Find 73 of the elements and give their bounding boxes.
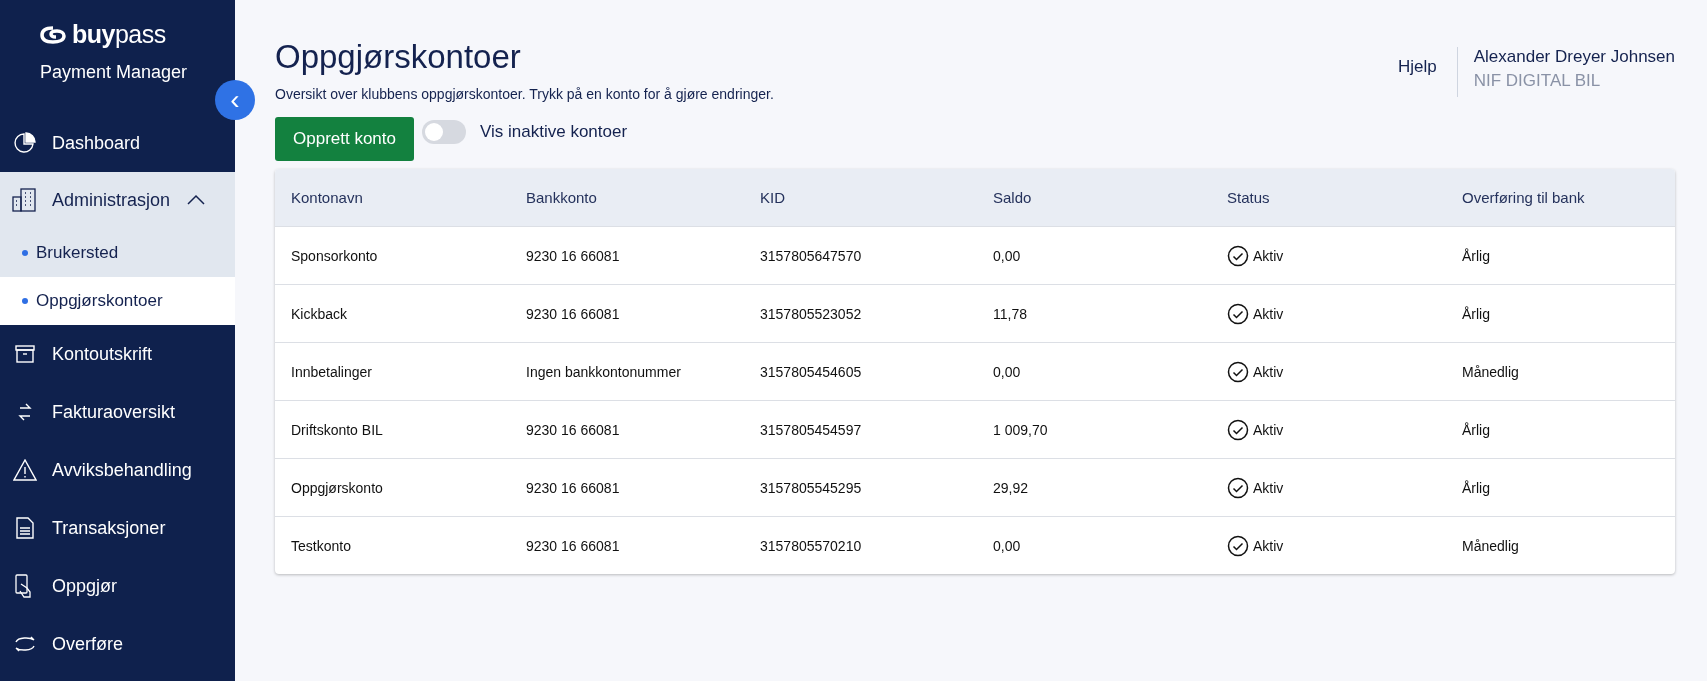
table-cell-text: 3157805545295 [759, 479, 863, 496]
warning-icon [13, 459, 37, 481]
table-cell-text: 9230 16 66081 [525, 537, 621, 554]
table-cell-text: 3157805523052 [759, 305, 863, 322]
nav-item[interactable]: Avviksbehandling [0, 441, 235, 499]
table-cell-text: 11,78 [992, 305, 1028, 322]
table-cell-text: 9230 16 66081 [525, 479, 621, 496]
table-cell-text: 1 009,70 [992, 421, 1049, 438]
collapse-sidebar-button[interactable]: ‹ [215, 80, 255, 120]
check-circle-icon [1227, 418, 1249, 441]
table-cell-text: 9230 16 66081 [525, 421, 621, 438]
status-text: Aktiv [1253, 363, 1284, 380]
help-link[interactable]: Hjelp [1397, 57, 1437, 77]
table-cell-text: 0,00 [992, 247, 1022, 264]
product-name: Payment Manager [39, 61, 188, 83]
document-icon [16, 517, 34, 539]
toggle-label: Vis inaktive kontoer [480, 122, 628, 142]
check-circle-icon [1227, 302, 1249, 325]
create-account-button[interactable]: Opprett konto [275, 117, 414, 161]
table-cell-text: 9230 16 66081 [525, 247, 621, 264]
column-header: Bankkonto [525, 189, 598, 206]
table-cell-text: 9230 16 66081 [525, 305, 621, 322]
table-cell-text: 0,00 [992, 363, 1022, 380]
table-cell-text: 0,00 [992, 537, 1022, 554]
nav-subitem[interactable]: Brukersted [0, 228, 235, 277]
table-cell-text: 3157805647570 [759, 247, 863, 264]
nav-item[interactable]: Overføre [0, 615, 235, 673]
column-header: Saldo [992, 189, 1033, 206]
table-cell-text: Ingen bankkontonummer [525, 363, 682, 380]
table-cell-text: Testkonto [290, 537, 352, 554]
nav-item[interactable]: Fakturaoversikt [0, 383, 235, 441]
table-cell-text: Oppgjørskonto [290, 479, 384, 496]
table-cell-text: Driftskonto BIL [290, 421, 384, 438]
table-cell-text: Årlig [1461, 305, 1491, 322]
table-cell-text: Månedlig [1461, 537, 1520, 554]
table-cell-text: Månedlig [1461, 363, 1520, 380]
brand-logo-text: buypass [72, 20, 166, 49]
table-cell-text: Sponsorkonto [290, 247, 379, 264]
status-text: Aktiv [1253, 305, 1284, 322]
archive-box-icon [14, 344, 36, 364]
table-cell-text: Årlig [1461, 421, 1491, 438]
table-cell-text: Årlig [1461, 247, 1491, 264]
nav-subitem[interactable]: Oppgjørskontoer [0, 277, 235, 325]
check-circle-icon [1227, 244, 1249, 267]
building-icon [12, 188, 38, 212]
column-header: Status [1226, 189, 1271, 206]
check-circle-icon [1227, 476, 1249, 499]
nav-item[interactable]: Transaksjoner [0, 499, 235, 557]
status-text: Aktiv [1253, 537, 1284, 554]
column-header: KID [759, 189, 786, 206]
pie-chart-icon [14, 132, 36, 154]
logo-icon [40, 25, 66, 44]
status-text: Aktiv [1253, 421, 1284, 438]
user-name: Alexander Dreyer Johnsen [1473, 47, 1675, 67]
page-description: Oversikt over klubbens oppgjørskontoer. Trykk på en konto for å gjøre endringer. [275, 86, 774, 102]
table-cell-text: Årlig [1461, 479, 1491, 496]
column-header: Overføring til bank [1461, 189, 1586, 206]
table-cell-text: 3157805570210 [759, 537, 863, 554]
page-title: Oppgjørskontoer [275, 38, 521, 76]
organization-name: NIF DIGITAL BIL [1473, 71, 1602, 91]
column-header: Kontonavn [290, 189, 364, 206]
check-circle-icon [1227, 534, 1249, 557]
table-cell-text: Kickback [290, 305, 349, 322]
status-text: Aktiv [1253, 247, 1284, 264]
table-cell-text: 3157805454605 [759, 363, 863, 380]
table-cell-text: 29,92 [992, 479, 1030, 496]
check-circle-icon [1227, 360, 1249, 383]
status-text: Aktiv [1253, 479, 1284, 496]
nav-item[interactable]: Oppgjør [0, 557, 235, 615]
nav-item[interactable]: Administrasjon [0, 172, 235, 228]
table-cell-text: 3157805454597 [759, 421, 863, 438]
table-cell-text: Innbetalinger [290, 363, 373, 380]
nav-item[interactable]: Kontoutskrift [0, 325, 235, 383]
